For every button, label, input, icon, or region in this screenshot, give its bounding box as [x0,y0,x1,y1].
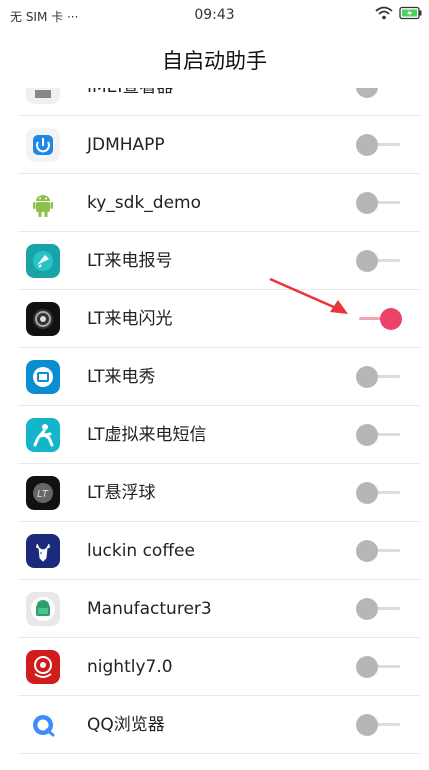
autostart-toggle[interactable] [356,597,402,621]
app-row[interactable]: LT来电报号 [18,232,420,290]
autostart-toggle[interactable] [356,655,402,679]
page-title: 自启动助手 [162,49,267,73]
app-name: QQ浏览器 [87,715,165,735]
luckin-deer-icon [26,534,60,568]
autostart-toggle[interactable] [356,713,402,737]
autostart-toggle[interactable] [356,307,402,331]
toggle-knob [356,134,378,156]
lt-flash-icon [26,302,60,336]
imei-icon [26,88,60,104]
app-row[interactable]: Manufacturer3 [18,580,420,638]
app-name: nightly7.0 [87,657,173,677]
app-list-content: IMEI查看器 JDMHAPP ky_sdk_demo LT来电报号 LT来电闪光 LT来… [18,88,420,754]
toggle-knob [356,714,378,736]
autostart-toggle[interactable] [356,423,402,447]
toggle-knob [380,308,402,330]
status-bar: 无 SIM 卡 ··· 09:43 [0,0,429,32]
app-row[interactable]: QQ浏览器 [18,696,420,754]
app-name: Manufacturer3 [87,599,212,619]
app-name: luckin coffee [87,541,195,561]
app-row[interactable]: LT来电闪光 [18,290,420,348]
app-row[interactable]: LT来电秀 [18,348,420,406]
app-name: ky_sdk_demo [87,193,202,213]
app-name: LT悬浮球 [87,483,156,503]
app-row[interactable]: LT虚拟来电短信 [18,406,420,464]
autostart-toggle[interactable] [356,191,402,215]
autostart-toggle[interactable] [356,481,402,505]
autostart-toggle[interactable] [356,539,402,563]
battery-charging-icon [399,6,422,20]
toggle-knob [356,656,378,678]
app-name: IMEI查看器 [87,88,173,116]
svg-text:LT: LT [37,489,49,500]
app-name: LT来电秀 [87,367,156,387]
app-row[interactable]: luckin coffee [18,522,420,580]
android-icon [26,592,60,626]
wifi-icon [375,6,393,20]
status-icons [375,6,423,20]
toggle-knob [356,598,378,620]
qq-browser-icon [26,708,60,742]
toggle-knob [356,250,378,272]
autostart-toggle[interactable] [356,133,402,157]
app-row[interactable]: IMEI查看器 [18,88,420,116]
toggle-knob [356,540,378,562]
app-name: JDMHAPP [87,135,165,155]
app-name: LT来电闪光 [87,309,173,329]
lt-call-show-icon [26,360,60,394]
toggle-knob [356,88,378,98]
annotation-arrow [269,277,348,314]
status-time: 09:43 [194,7,235,23]
nightly-icon [26,650,60,684]
lt-virtual-sms-icon [26,418,60,452]
app-row[interactable]: nightly7.0 [18,638,420,696]
app-list[interactable]: IMEI查看器 JDMHAPP ky_sdk_demo LT来电报号 LT来电闪光 LT来… [18,88,420,770]
jdmhapp-icon [26,128,60,162]
autostart-toggle[interactable] [356,88,402,99]
app-row[interactable]: JDMHAPP [18,116,420,174]
app-row[interactable]: LT LT悬浮球 [18,464,420,522]
autostart-toggle[interactable] [356,365,402,389]
app-row[interactable]: ky_sdk_demo [18,174,420,232]
app-name: LT来电报号 [87,251,173,271]
toggle-knob [356,482,378,504]
app-name: LT虚拟来电短信 [87,425,207,445]
toggle-knob [356,192,378,214]
toggle-knob [356,424,378,446]
android-robot-icon [26,186,60,220]
autostart-toggle[interactable] [356,249,402,273]
toggle-knob [356,366,378,388]
lt-floating-ball-icon: LT [26,476,60,510]
lt-caller-announce-icon [26,244,60,278]
